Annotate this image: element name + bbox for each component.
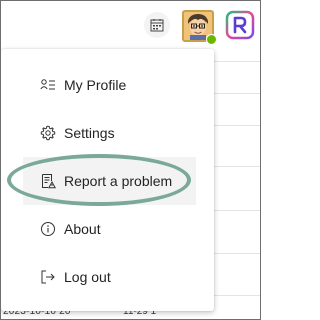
menu-item-label: My Profile <box>64 77 127 93</box>
menu-item-report-a-problem[interactable]: Report a problem <box>23 157 196 205</box>
menu-item-label: Settings <box>64 125 115 141</box>
calendar-icon <box>150 19 164 32</box>
app-logo-icon <box>225 10 255 40</box>
menu-item-settings[interactable]: Settings <box>1 109 214 157</box>
menu-item-label: Report a problem <box>64 173 173 189</box>
account-menu: My Profile Settings Report a problem Abo… <box>1 49 214 311</box>
menu-item-label: About <box>64 221 101 237</box>
menu-item-my-profile[interactable]: My Profile <box>1 61 214 109</box>
menu-item-log-out[interactable]: Log out <box>1 253 214 301</box>
report-problem-icon <box>39 172 57 190</box>
gear-icon <box>39 124 57 142</box>
sign-out-icon <box>39 268 57 286</box>
menu-item-label: Log out <box>64 269 111 285</box>
info-icon <box>39 220 57 238</box>
app-frame: 2023-10-10 20 11-29 1 My Profile Setting… <box>0 0 261 320</box>
presence-status-dot <box>206 34 217 45</box>
calendar-button[interactable] <box>144 12 170 38</box>
menu-item-about[interactable]: About <box>1 205 214 253</box>
app-logo[interactable] <box>225 10 255 40</box>
profile-card-icon <box>39 76 57 94</box>
